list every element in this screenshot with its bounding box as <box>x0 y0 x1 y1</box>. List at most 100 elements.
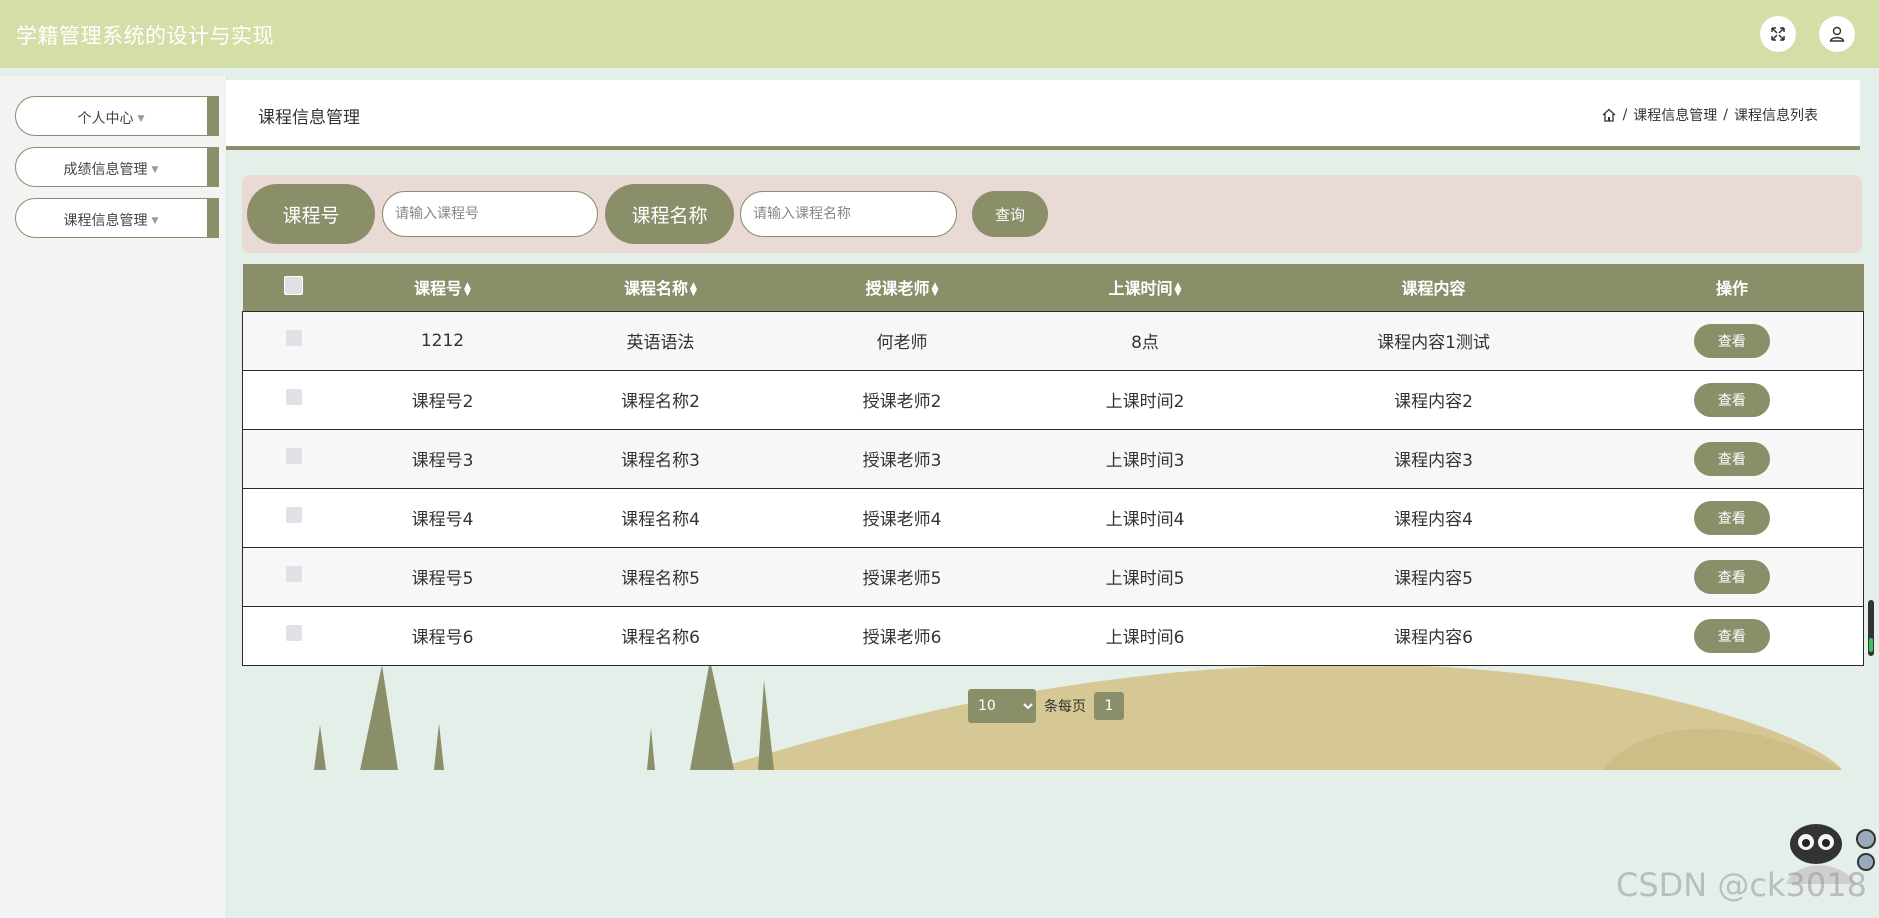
course-name-label: 课程名称 <box>605 184 734 244</box>
cell-course-no: 课程号5 <box>411 569 474 589</box>
top-bar: 学籍管理系统的设计与实现 <box>0 0 1879 68</box>
tree-shape <box>690 660 734 770</box>
fullscreen-button[interactable] <box>1760 16 1796 52</box>
cell-course-no: 课程号4 <box>411 510 474 530</box>
cell-content: 课程内容3 <box>1394 451 1473 471</box>
sidebar-item-accent-bar <box>207 96 219 136</box>
pagination: 10 条每页 1 <box>968 689 1124 723</box>
cell-content: 课程内容1测试 <box>1377 333 1490 353</box>
sidebar-item-accent-bar <box>207 198 219 238</box>
table-header-row: 课程号 ▲ ▼ 课程名称 ▲ ▼ 授课老师 ▲ ▼ 上课时间 ▲ ▼ 课程内容 操作 <box>242 264 1864 311</box>
row-checkbox[interactable] <box>285 507 302 523</box>
breadcrumb: / 课程信息管理 / 课程信息列表 <box>1601 105 1818 125</box>
page-size-select[interactable]: 10 <box>968 689 1036 723</box>
row-checkbox[interactable] <box>285 389 302 405</box>
user-icon <box>1829 26 1845 42</box>
tree-shape <box>360 665 398 770</box>
search-panel: 课程号 课程名称 查询 <box>242 175 1862 253</box>
sort-icon: ▲ ▼ <box>464 280 471 298</box>
cell-class-time: 8点 <box>1131 333 1159 353</box>
sidebar-item-accent-bar <box>207 147 219 187</box>
cell-course-name: 课程名称3 <box>621 451 700 471</box>
query-button[interactable]: 查询 <box>972 191 1048 237</box>
cell-course-name: 英语语法 <box>626 333 695 353</box>
table-row: 课程号6 课程名称6 授课老师6 上课时间6 课程内容6 查看 <box>242 606 1864 665</box>
sidebar: 个人中心 ▼ 成绩信息管理 ▼ 课程信息管理 ▼ <box>0 76 227 918</box>
scrollbar-indicator <box>1869 638 1873 652</box>
per-page-label: 条每页 <box>1044 699 1086 715</box>
tree-shape <box>434 723 444 770</box>
sidebar-item-grade-management[interactable]: 成绩信息管理 ▼ <box>15 147 219 187</box>
sidebar-item-label: 个人中心 ▼ <box>77 111 145 127</box>
view-button[interactable]: 查看 <box>1693 323 1770 358</box>
view-button[interactable]: 查看 <box>1693 618 1770 653</box>
cell-course-no: 课程号3 <box>411 451 474 471</box>
view-button[interactable]: 查看 <box>1693 559 1770 594</box>
tree-shape <box>314 725 326 770</box>
cell-content: 课程内容5 <box>1394 569 1473 589</box>
cell-teacher: 授课老师3 <box>862 451 942 471</box>
cell-teacher: 授课老师5 <box>862 569 942 589</box>
column-header-course-name[interactable]: 课程名称 ▲ ▼ <box>541 264 781 311</box>
sidebar-item-label: 成绩信息管理 ▼ <box>63 162 159 178</box>
cell-course-no: 1212 <box>420 330 465 351</box>
cell-course-name: 课程名称5 <box>621 569 700 589</box>
cell-course-name: 课程名称6 <box>621 628 700 648</box>
cell-course-name: 课程名称4 <box>621 510 700 530</box>
course-table: 课程号 ▲ ▼ 课程名称 ▲ ▼ 授课老师 ▲ ▼ 上课时间 ▲ ▼ 课程内容 操作 1212 … <box>242 264 1864 666</box>
user-button[interactable] <box>1819 16 1855 52</box>
cell-class-time: 上课时间2 <box>1105 392 1185 412</box>
breadcrumb-separator: / <box>1622 107 1628 123</box>
select-all-checkbox[interactable] <box>284 275 303 295</box>
sort-icon: ▲ ▼ <box>690 280 697 298</box>
tree-shape <box>758 680 774 770</box>
tree-shape <box>647 728 655 770</box>
view-button[interactable]: 查看 <box>1693 441 1770 476</box>
row-checkbox[interactable] <box>285 566 302 582</box>
cell-content: 课程内容6 <box>1394 628 1473 648</box>
course-no-label: 课程号 <box>247 184 375 244</box>
cell-teacher: 何老师 <box>876 333 928 353</box>
cell-course-no: 课程号6 <box>411 628 474 648</box>
cell-content: 课程内容4 <box>1394 510 1473 530</box>
cell-class-time: 上课时间4 <box>1105 510 1185 530</box>
course-no-input[interactable] <box>382 191 598 237</box>
select-all-header <box>243 264 345 311</box>
fullscreen-icon <box>1771 27 1785 41</box>
column-header-actions: 操作 <box>1715 279 1748 299</box>
column-header-teacher[interactable]: 授课老师 ▲ ▼ <box>781 264 1024 311</box>
table-row: 课程号3 课程名称3 授课老师3 上课时间3 课程内容3 查看 <box>242 429 1864 488</box>
page-title: 课程信息管理 <box>258 108 360 128</box>
cell-teacher: 授课老师6 <box>862 628 942 648</box>
sidebar-item-course-management[interactable]: 课程信息管理 ▼ <box>15 198 219 238</box>
chevron-down-icon: ▼ <box>137 114 145 124</box>
cell-class-time: 上课时间5 <box>1105 569 1185 589</box>
row-checkbox[interactable] <box>285 330 302 346</box>
view-button[interactable]: 查看 <box>1693 382 1770 417</box>
table-row: 课程号5 课程名称5 授课老师5 上课时间5 课程内容5 查看 <box>242 547 1864 606</box>
cell-course-no: 课程号2 <box>411 392 474 412</box>
table-row: 课程号2 课程名称2 授课老师2 上课时间2 课程内容2 查看 <box>242 370 1864 429</box>
breadcrumb-item-course-management[interactable]: 课程信息管理 <box>1633 105 1717 125</box>
row-checkbox[interactable] <box>285 625 302 641</box>
content-header: 课程信息管理 / 课程信息管理 / 课程信息列表 <box>226 80 1860 150</box>
sidebar-item-personal-center[interactable]: 个人中心 ▼ <box>15 96 219 136</box>
view-button[interactable]: 查看 <box>1693 500 1770 535</box>
sidebar-item-label: 课程信息管理 ▼ <box>63 213 159 229</box>
column-header-course-no[interactable]: 课程号 ▲ ▼ <box>345 264 541 311</box>
breadcrumb-item-course-list: 课程信息列表 <box>1734 108 1818 124</box>
page-number-current[interactable]: 1 <box>1094 692 1124 720</box>
watermark: CSDN @ck3018 <box>1616 866 1867 904</box>
chevron-down-icon: ▼ <box>151 216 159 226</box>
table-row: 课程号4 课程名称4 授课老师4 上课时间4 课程内容4 查看 <box>242 488 1864 547</box>
sort-icon: ▲ ▼ <box>931 280 939 298</box>
row-checkbox[interactable] <box>285 448 302 464</box>
cell-teacher: 授课老师4 <box>862 510 942 530</box>
breadcrumb-separator: / <box>1723 107 1728 123</box>
cell-class-time: 上课时间3 <box>1105 451 1185 471</box>
column-header-class-time[interactable]: 上课时间 ▲ ▼ <box>1024 264 1267 311</box>
scrollbar[interactable] <box>1868 600 1874 656</box>
home-icon[interactable] <box>1601 107 1617 123</box>
course-name-input[interactable] <box>740 191 957 237</box>
sort-icon: ▲ ▼ <box>1174 280 1182 298</box>
